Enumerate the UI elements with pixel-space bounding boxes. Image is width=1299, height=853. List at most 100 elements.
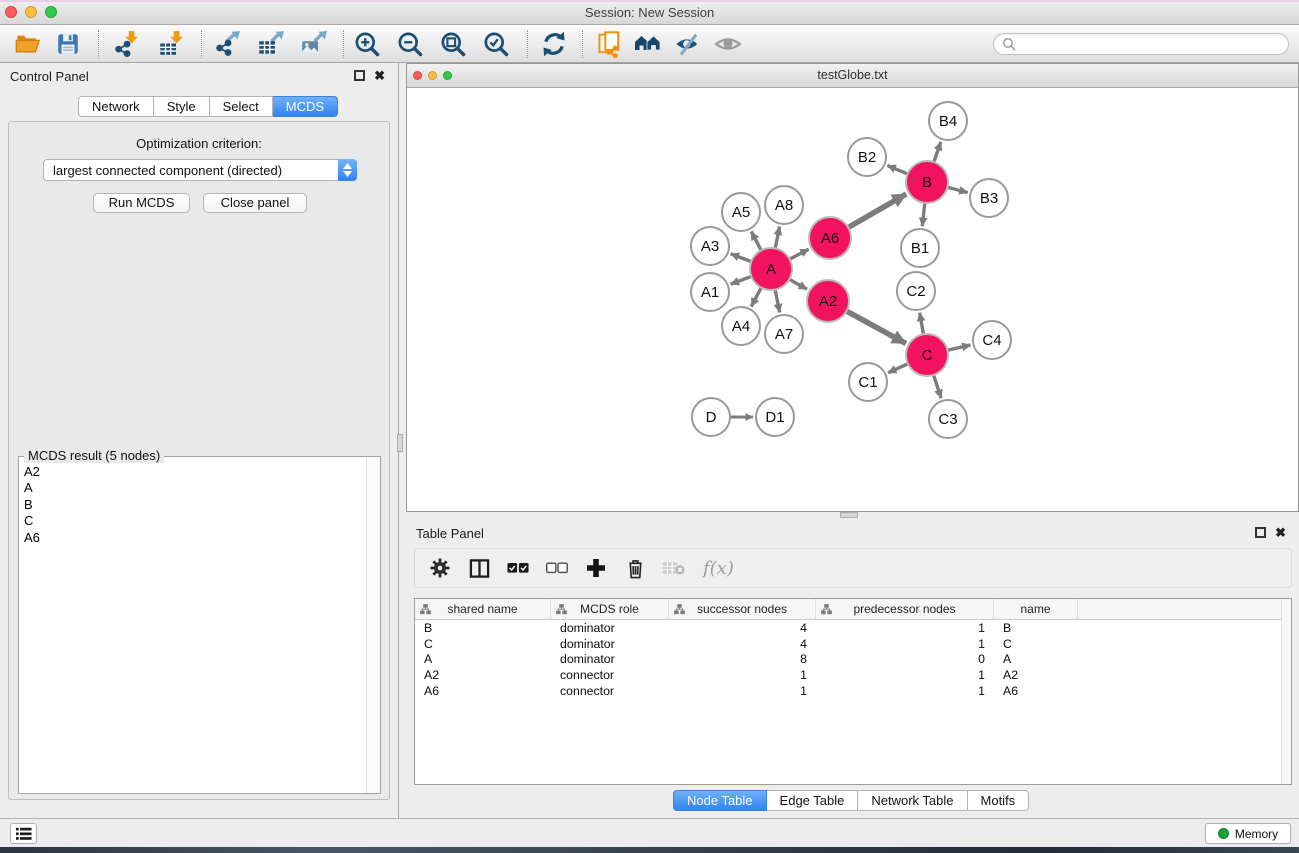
edge-A-A8[interactable] <box>775 227 780 251</box>
column-header-mcds-role[interactable]: MCDS role <box>551 599 669 619</box>
result-scrollbar[interactable] <box>366 457 380 793</box>
save-session-button[interactable] <box>54 29 82 59</box>
node-D[interactable]: D <box>692 398 730 436</box>
node-C3[interactable]: C3 <box>929 400 967 438</box>
result-list-item[interactable]: B <box>24 497 365 513</box>
node-A5[interactable]: A5 <box>722 193 760 231</box>
edge-A-A3[interactable] <box>731 254 754 263</box>
task-history-button[interactable] <box>10 823 37 844</box>
node-B4[interactable]: B4 <box>929 102 967 140</box>
float-table-panel-icon[interactable] <box>1255 527 1266 538</box>
column-header-name[interactable]: name <box>994 599 1078 619</box>
edge-A-A2[interactable] <box>788 278 808 289</box>
edge-B-B4[interactable] <box>933 142 941 164</box>
show-column-button[interactable] <box>467 555 491 581</box>
zoom-window-button[interactable] <box>45 6 57 18</box>
export-image-button[interactable] <box>299 29 327 59</box>
node-C2[interactable]: C2 <box>897 272 935 310</box>
zoom-selected-button[interactable] <box>482 29 510 59</box>
tab-node-table[interactable]: Node Table <box>673 790 767 811</box>
node-A7[interactable]: A7 <box>765 315 803 353</box>
deselect-all-button[interactable] <box>545 555 569 581</box>
edge-A2-C[interactable] <box>845 310 906 343</box>
result-list-item[interactable]: A6 <box>24 530 365 546</box>
show-all-button[interactable] <box>714 29 742 59</box>
function-builder-button[interactable]: f(x) <box>701 555 734 581</box>
node-C4[interactable]: C4 <box>973 321 1011 359</box>
tab-motifs[interactable]: Motifs <box>968 790 1030 811</box>
result-list-item[interactable]: C <box>24 513 365 529</box>
node-B2[interactable]: B2 <box>848 138 886 176</box>
table-row[interactable]: Bdominator41B <box>415 620 1291 636</box>
result-list-item[interactable]: A <box>24 480 365 496</box>
column-header-predecessor-nodes[interactable]: predecessor nodes <box>816 599 994 619</box>
network-canvas[interactable]: B4B2BB3A5A8A6A3B1AA1C2A2A4A7C4CC1C3DD1 <box>407 88 1298 511</box>
first-neighbors-button[interactable] <box>634 29 662 59</box>
node-B[interactable]: B <box>906 161 948 203</box>
create-column-button[interactable] <box>584 555 608 581</box>
hide-selected-button[interactable] <box>674 29 702 59</box>
table-row[interactable]: Cdominator41C <box>415 636 1291 652</box>
horizontal-splitter-grip[interactable] <box>840 512 858 518</box>
node-A1[interactable]: A1 <box>691 273 729 311</box>
column-header-successor-nodes[interactable]: successor nodes <box>669 599 816 619</box>
vertical-splitter-grip[interactable] <box>397 434 403 452</box>
edge-A-A1[interactable] <box>731 276 754 285</box>
result-list-item[interactable]: A2 <box>24 464 365 480</box>
network-window-titlebar[interactable]: testGlobe.txt <box>407 64 1298 88</box>
tab-network[interactable]: Network <box>78 96 154 117</box>
run-mcds-button[interactable]: Run MCDS <box>93 193 190 213</box>
table-scrollbar[interactable] <box>1281 599 1291 784</box>
edge-A-A5[interactable] <box>751 231 762 252</box>
search-box[interactable] <box>993 33 1289 55</box>
memory-button[interactable]: Memory <box>1205 823 1291 844</box>
edge-C-C2[interactable] <box>920 313 924 337</box>
delete-table-button[interactable] <box>662 555 686 581</box>
edge-A6-B[interactable] <box>846 194 906 229</box>
tab-mcds[interactable]: MCDS <box>273 96 338 117</box>
edge-B-B1[interactable] <box>922 201 925 226</box>
edge-A-A4[interactable] <box>751 286 762 307</box>
node-A2[interactable]: A2 <box>807 280 849 322</box>
edge-C-C4[interactable] <box>946 345 971 351</box>
node-A6[interactable]: A6 <box>809 217 851 259</box>
edge-C-C1[interactable] <box>888 363 910 373</box>
zoom-out-button[interactable] <box>396 29 424 59</box>
table-settings-button[interactable] <box>428 555 452 581</box>
float-panel-icon[interactable] <box>354 70 365 81</box>
zoom-fit-button[interactable] <box>439 29 467 59</box>
open-session-button[interactable] <box>13 29 41 59</box>
column-header-shared-name[interactable]: shared name <box>415 599 551 619</box>
apply-layout-button[interactable] <box>540 29 568 59</box>
delete-column-button[interactable] <box>623 555 647 581</box>
edge-A-A6[interactable] <box>788 249 809 260</box>
tab-select[interactable]: Select <box>210 96 273 117</box>
select-all-button[interactable] <box>506 555 530 581</box>
node-B3[interactable]: B3 <box>970 179 1008 217</box>
minimize-window-button[interactable] <box>25 6 37 18</box>
edge-B-B3[interactable] <box>945 187 967 193</box>
table-row[interactable]: A6connector11A6 <box>415 683 1291 699</box>
optimization-criterion-dropdown[interactable]: largest connected component (directed) <box>43 159 357 181</box>
tab-network-table[interactable]: Network Table <box>858 790 967 811</box>
close-panel-icon[interactable]: ✖ <box>374 67 385 84</box>
export-table-button[interactable] <box>256 29 284 59</box>
edge-A-A7[interactable] <box>775 288 780 313</box>
search-input[interactable] <box>1020 37 1280 51</box>
node-A8[interactable]: A8 <box>765 186 803 224</box>
close-panel-button[interactable]: Close panel <box>203 193 307 213</box>
node-C[interactable]: C <box>906 334 948 376</box>
node-A4[interactable]: A4 <box>722 307 760 345</box>
import-network-button[interactable] <box>112 29 140 59</box>
new-network-from-selection-button[interactable] <box>596 29 624 59</box>
import-table-button[interactable] <box>157 29 185 59</box>
node-A[interactable]: A <box>750 248 792 290</box>
edge-B-B2[interactable] <box>887 165 909 174</box>
edge-C-C3[interactable] <box>933 373 941 398</box>
tab-edge-table[interactable]: Edge Table <box>767 790 859 811</box>
zoom-in-button[interactable] <box>353 29 381 59</box>
close-table-panel-icon[interactable]: ✖ <box>1275 524 1286 541</box>
node-B1[interactable]: B1 <box>901 229 939 267</box>
node-D1[interactable]: D1 <box>756 398 794 436</box>
close-window-button[interactable] <box>5 6 17 18</box>
